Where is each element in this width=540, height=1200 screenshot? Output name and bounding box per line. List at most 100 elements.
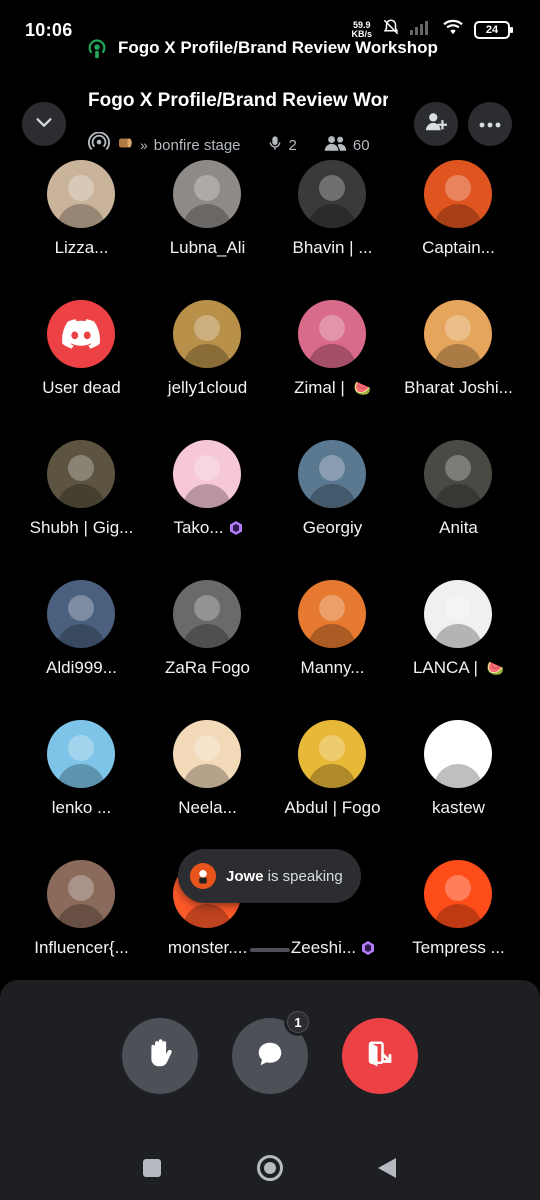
stage-broadcast-icon (86, 38, 108, 65)
participant-name: Georgiy (302, 518, 363, 537)
profile-picture (183, 595, 231, 648)
drag-handle[interactable] (250, 948, 290, 952)
participant-tile[interactable]: Manny... (265, 580, 400, 720)
participant-tile[interactable]: User dead (14, 300, 149, 440)
participant-tile[interactable]: Georgiy (265, 440, 400, 580)
avatar (298, 720, 366, 788)
collapse-button[interactable] (22, 102, 66, 146)
participant-tile[interactable]: Shubh | Gig... (14, 440, 149, 580)
participant-tile[interactable]: Bharat Joshi... (391, 300, 526, 440)
profile-picture (434, 875, 482, 928)
participant-name: Bharat Joshi... (404, 378, 513, 397)
more-dots-icon (479, 115, 501, 133)
participant-tile[interactable]: Lubna_Ali (140, 160, 275, 300)
participant-tile[interactable]: Lizza... (14, 160, 149, 300)
profile-picture (308, 315, 356, 368)
stage-notification-title: Fogo X Profile/Brand Review Workshop (118, 38, 438, 57)
participant-tile[interactable]: Bhavin | ... (265, 160, 400, 300)
avatar (424, 300, 492, 368)
avatar (47, 860, 115, 928)
avatar (173, 300, 241, 368)
discord-logo-icon (62, 319, 100, 349)
participant-name: Lubna_Ali (169, 238, 246, 257)
participant-tile[interactable]: Abdul | Fogo (265, 720, 400, 860)
boost-gem-icon (362, 940, 375, 955)
avatar (173, 580, 241, 648)
avatar (424, 580, 492, 648)
profile-picture (434, 735, 482, 788)
raise-hand-icon (145, 1038, 175, 1075)
participant-name: Manny... (300, 658, 365, 677)
raise-hand-button[interactable] (122, 1018, 198, 1094)
status-time: 10:06 (25, 20, 73, 40)
chevron-right-icon: » (140, 137, 148, 153)
recents-button[interactable] (142, 1158, 162, 1183)
speaker-avatar (190, 863, 216, 889)
back-button[interactable] (376, 1156, 398, 1185)
avatar (424, 160, 492, 228)
participant-tile[interactable]: Aldi999... (14, 580, 149, 720)
avatar (424, 720, 492, 788)
profile-picture (308, 595, 356, 648)
avatar (298, 440, 366, 508)
avatar (298, 160, 366, 228)
leave-stage-icon (365, 1039, 395, 1074)
avatar (47, 160, 115, 228)
participant-name: Neela... (178, 798, 237, 817)
speaking-toast: Jowe is speaking (178, 849, 361, 903)
home-button[interactable] (256, 1154, 284, 1187)
participant-tile[interactable]: LANCA | 🍉 (391, 580, 526, 720)
profile-picture (308, 735, 356, 788)
participant-tile[interactable]: jelly1cloud (140, 300, 275, 440)
microphone-icon (267, 134, 283, 156)
action-panel: 1 (0, 980, 540, 1100)
participant-name: Influencer{... (34, 938, 129, 957)
wifi-icon (442, 18, 464, 41)
stage-notification[interactable]: Fogo X Profile/Brand Review Workshop (88, 38, 438, 59)
participant-name: User dead (42, 378, 121, 397)
stage-meta: » bonfire stage 2 60 (88, 131, 370, 158)
leave-stage-button[interactable] (342, 1018, 418, 1094)
signal-icon (410, 19, 432, 40)
participant-tile[interactable]: Zimal | 🍉 (265, 300, 400, 440)
profile-picture (308, 175, 356, 228)
home-circle-icon (256, 1154, 284, 1187)
profile-picture (434, 175, 482, 228)
participant-name: LANCA | 🍉 (412, 658, 505, 677)
participant-tile[interactable]: Captain... (391, 160, 526, 300)
avatar (298, 580, 366, 648)
participant-name: Tako... (140, 518, 275, 538)
participant-tile[interactable]: Neela... (140, 720, 275, 860)
chat-button[interactable]: 1 (232, 1008, 312, 1094)
participant-name: ZaRa Fogo (164, 658, 251, 677)
more-options-button[interactable] (468, 102, 512, 146)
speaking-text: Jowe is speaking (226, 867, 343, 885)
watermelon-emoji: 🍉 (353, 380, 371, 396)
participant-tile[interactable]: Anita (391, 440, 526, 580)
participant-tile[interactable]: ZaRa Fogo (140, 580, 275, 720)
participant-name: Zimal | 🍉 (294, 378, 371, 397)
speakers-count: 2 (288, 136, 297, 154)
avatar (173, 160, 241, 228)
participant-tile[interactable]: lenko ... (14, 720, 149, 860)
back-triangle-icon (376, 1156, 398, 1185)
profile-picture (183, 455, 231, 508)
stage-broadcast-icon (88, 131, 110, 158)
invite-button[interactable] (414, 102, 458, 146)
recents-square-icon (142, 1158, 162, 1183)
participant-tile[interactable]: kastew (391, 720, 526, 860)
profile-picture (434, 595, 482, 648)
participant-tile[interactable]: Tempress ... (391, 860, 526, 980)
channel-name: bonfire stage (153, 136, 241, 154)
participant-tile[interactable]: Influencer{... (14, 860, 149, 980)
profile-picture (57, 455, 105, 508)
avatar (47, 580, 115, 648)
watermelon-emoji: 🍉 (486, 660, 505, 676)
chat-badge: 1 (284, 1008, 312, 1036)
people-icon (323, 134, 347, 156)
status-bar: 10:06 59.9 KB/s 24 Fogo X Profile/Brand … (0, 0, 540, 66)
listeners-count: 60 (352, 136, 370, 154)
participant-name: Shubh | Gig... (29, 518, 134, 537)
log-icon (116, 134, 134, 156)
participant-tile[interactable]: Tako... (140, 440, 275, 580)
